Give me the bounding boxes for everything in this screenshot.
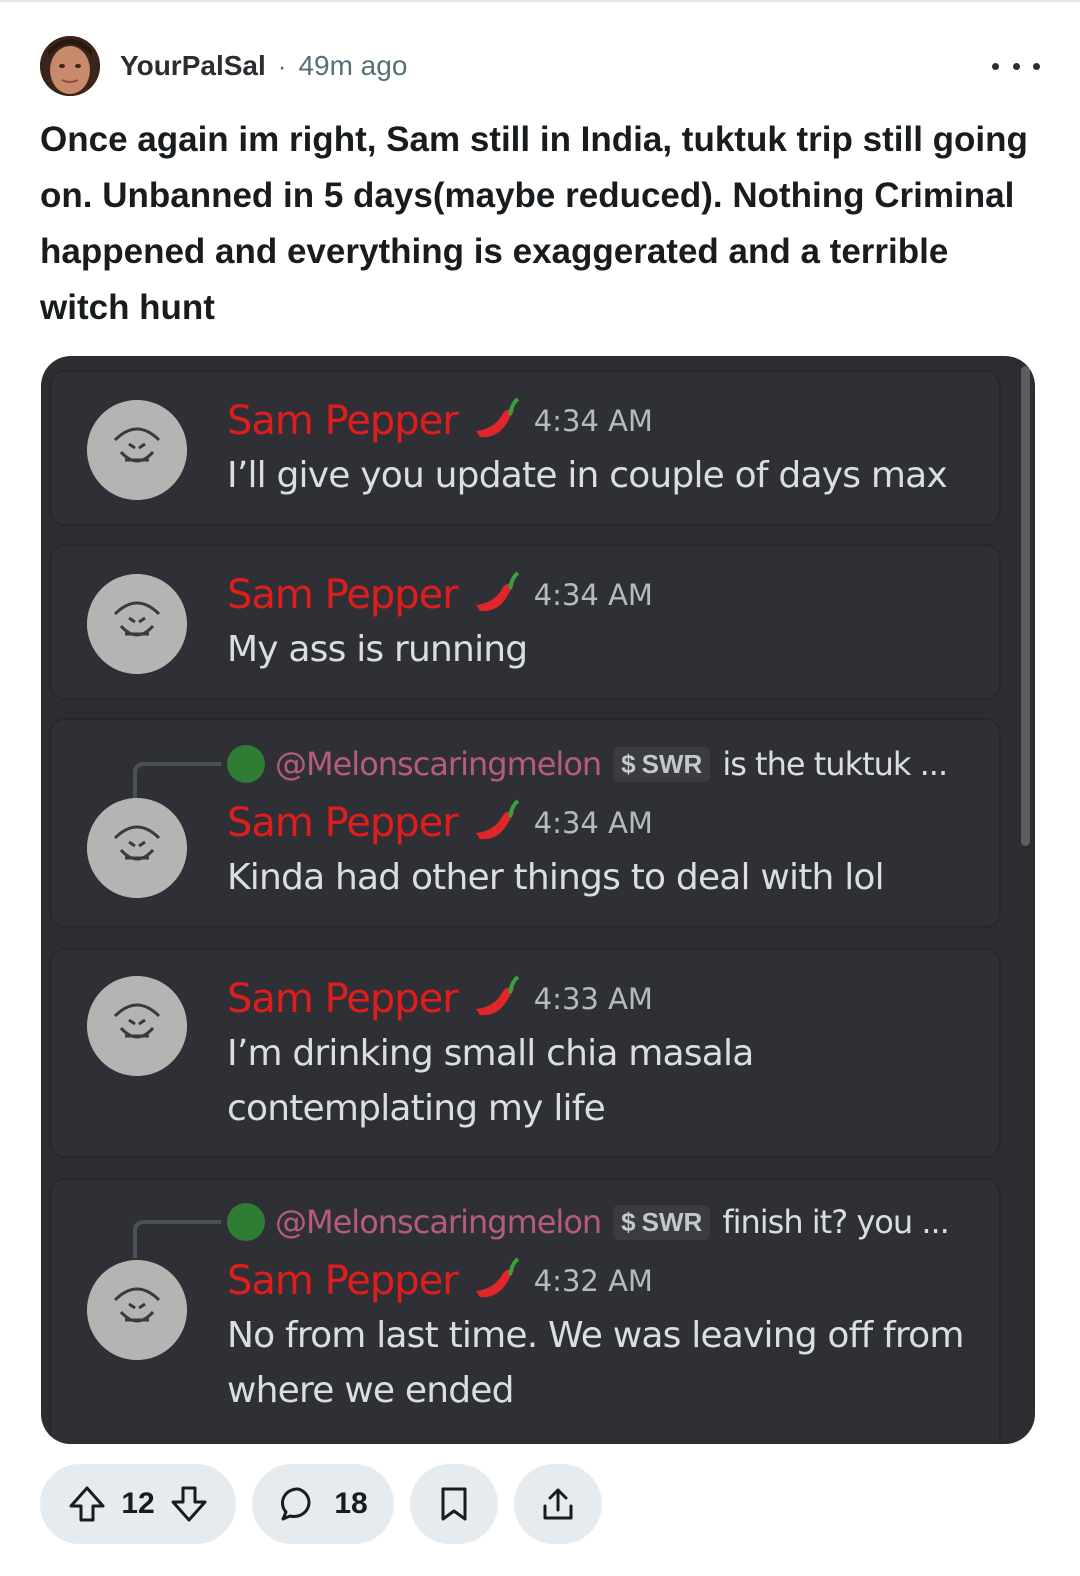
- message-text: No from last time. We was leaving off fr…: [227, 1315, 964, 1411]
- share-button[interactable]: [514, 1464, 602, 1544]
- sender-avatar: [87, 574, 187, 674]
- message-card: Sam Pepper 4:33 AM I’m drinking small ch…: [49, 948, 1001, 1158]
- message-text: I’ll give you update in couple of days m…: [227, 455, 948, 496]
- vote-pill: 12: [40, 1464, 236, 1544]
- downvote-icon[interactable]: [169, 1484, 209, 1524]
- save-button[interactable]: [410, 1464, 498, 1544]
- upvote-count: 12: [121, 1487, 155, 1520]
- reply-connector: [133, 762, 221, 800]
- sender-avatar: [87, 1260, 187, 1360]
- meta-separator: ·: [277, 50, 287, 81]
- chili-pepper-icon: [475, 571, 519, 612]
- author-avatar[interactable]: [40, 36, 100, 96]
- chili-pepper-icon: [475, 799, 519, 840]
- sender-name: Sam Pepper: [227, 1258, 459, 1304]
- message-text: I’m drinking small chia masala contempla…: [227, 1033, 754, 1129]
- message-header: Sam Pepper 4:33 AM: [227, 974, 653, 1024]
- message-header: Sam Pepper 4:32 AM: [227, 1256, 653, 1306]
- save-icon: [441, 1487, 467, 1521]
- reply-avatar: [227, 1203, 265, 1241]
- sender-name: Sam Pepper: [227, 976, 459, 1022]
- reply-snippet: is the tuktuk ...: [722, 745, 948, 783]
- reply-tag: $ SWR: [613, 1204, 711, 1240]
- share-icon: [543, 1488, 573, 1520]
- message-time: 4:32 AM: [533, 1264, 653, 1298]
- discord-screenshot[interactable]: Sam Pepper 4:34 AM I’ll give you update …: [41, 356, 1035, 1444]
- more-options-icon[interactable]: [992, 50, 1040, 82]
- sender-avatar: [87, 798, 187, 898]
- sender-name: Sam Pepper: [227, 800, 459, 846]
- reply-mention: @Melonscaringmelon: [275, 745, 602, 783]
- post-time: 49m ago: [298, 50, 408, 81]
- message-header: Sam Pepper 4:34 AM: [227, 396, 653, 446]
- reply-connector: [133, 1220, 221, 1258]
- chili-pepper-icon: [475, 1257, 519, 1298]
- reply-tag: $ SWR: [613, 746, 711, 782]
- message-card: @Melonscaringmelon $ SWR finish it? you .…: [49, 1178, 1001, 1444]
- sender-name: Sam Pepper: [227, 398, 459, 444]
- dollar-icon: $: [621, 1206, 636, 1237]
- chili-pepper-icon: [475, 975, 519, 1016]
- upvote-icon[interactable]: [67, 1484, 107, 1524]
- comment-button[interactable]: 18: [252, 1464, 394, 1544]
- message-card: @Melonscaringmelon $ SWR is the tuktuk ..…: [49, 718, 1001, 928]
- top-divider: [0, 0, 1080, 2]
- message-card: Sam Pepper 4:34 AM I’ll give you update …: [49, 370, 1001, 526]
- message-header: Sam Pepper 4:34 AM: [227, 570, 653, 620]
- comment-count: 18: [334, 1487, 368, 1520]
- reply-avatar: [227, 745, 265, 783]
- reply-preview: @Melonscaringmelon $ SWR finish it? you .…: [133, 1198, 1003, 1258]
- sender-avatar: [87, 976, 187, 1076]
- screenshot-scrollbar: [1021, 366, 1030, 846]
- message-time: 4:33 AM: [533, 982, 653, 1016]
- comment-icon: [281, 1487, 311, 1521]
- post-title[interactable]: Once again im right, Sam still in India,…: [40, 112, 1040, 336]
- dollar-icon: $: [621, 748, 636, 779]
- reply-snippet: finish it? you ...: [722, 1203, 950, 1241]
- action-bar: 12 18: [40, 1464, 602, 1544]
- reply-preview: @Melonscaringmelon $ SWR is the tuktuk ..…: [133, 740, 1003, 800]
- author-name[interactable]: YourPalSal: [120, 50, 266, 82]
- message-text: Kinda had other things to deal with lol: [227, 857, 885, 898]
- sender-avatar: [87, 400, 187, 500]
- chili-pepper-icon: [475, 397, 519, 438]
- message-time: 4:34 AM: [533, 806, 653, 840]
- sender-name: Sam Pepper: [227, 572, 459, 618]
- message-time: 4:34 AM: [533, 404, 653, 438]
- message-card: Sam Pepper 4:34 AM My ass is running: [49, 544, 1001, 700]
- message-time: 4:34 AM: [533, 578, 653, 612]
- post-header: YourPalSal · 49m ago: [40, 36, 1040, 96]
- message-header: Sam Pepper 4:34 AM: [227, 798, 653, 848]
- message-text: My ass is running: [227, 629, 528, 670]
- reply-mention: @Melonscaringmelon: [275, 1203, 602, 1241]
